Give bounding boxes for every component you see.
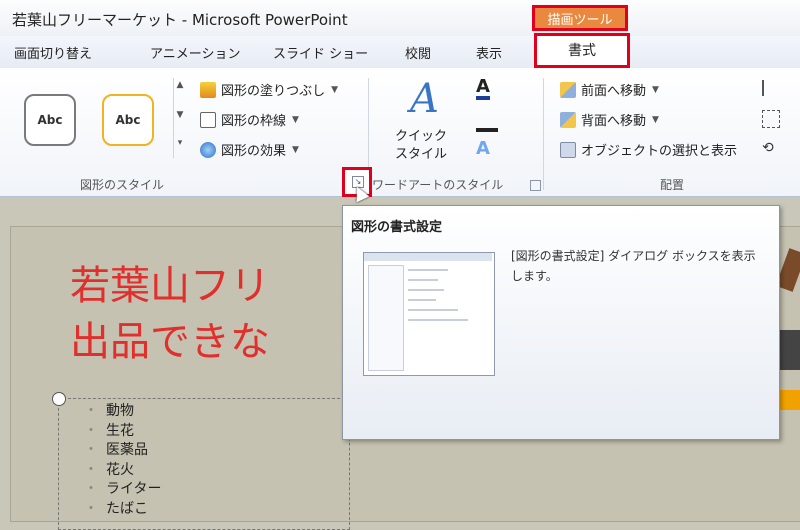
chevron-down-icon: ▼ (292, 114, 299, 125)
format-shape-tooltip: 図形の書式設定 [図形の書式設定] ダイアログ ボックスを表示します。 (342, 205, 780, 440)
quick-style-button[interactable]: クイック スタイル (395, 128, 447, 164)
slide-title[interactable]: 若葉山フリ 出品できな (70, 258, 270, 370)
send-backward-label: 背面へ移動 (581, 114, 647, 129)
wordart-a-icon: A (410, 76, 439, 122)
tab-slide-show[interactable]: スライド ショー (273, 43, 368, 62)
dialog-preview-thumbnail (363, 252, 495, 376)
group-icon[interactable] (762, 110, 780, 128)
shape-effects-button[interactable]: 図形の効果 ▼ (200, 140, 299, 159)
shape-fill-label: 図形の塗りつぶし (221, 84, 326, 99)
arrange-group-label: 配置 (660, 178, 685, 192)
tab-review[interactable]: 校閲 (405, 43, 431, 62)
quick-style-label-2: スタイル (395, 147, 448, 162)
gallery-up-icon[interactable]: ▲ (175, 80, 185, 100)
shape-style-preset-1[interactable]: Abc (24, 94, 76, 146)
text-fill-icon[interactable]: A (476, 78, 490, 100)
list-item: 花火 (84, 461, 161, 481)
bring-forward-icon (560, 81, 576, 98)
shape-style-preset-2[interactable]: Abc (102, 94, 154, 146)
bullet-list[interactable]: 動物 生花 医薬品 花火 ライター たばこ (84, 402, 161, 519)
shape-outline-button[interactable]: 図形の枠線 ▼ (200, 110, 299, 129)
pen-outline-icon (200, 111, 216, 128)
tab-view[interactable]: 表示 (476, 43, 502, 62)
wordart-dialog-launcher-icon[interactable] (530, 180, 541, 191)
tab-format[interactable]: 書式 (534, 33, 630, 68)
chevron-down-icon: ▼ (652, 114, 659, 125)
tab-transitions[interactable]: 画面切り替え (14, 43, 92, 62)
bring-forward-label: 前面へ移動 (581, 84, 647, 99)
selection-pane-button[interactable]: オブジェクトの選択と表示 (560, 140, 737, 159)
shape-fill-button[interactable]: 図形の塗りつぶし ▼ (200, 80, 338, 99)
tab-animations[interactable]: アニメーション (150, 43, 240, 62)
list-item: 生花 (84, 422, 161, 442)
chevron-down-icon: ▼ (292, 144, 299, 155)
drawing-tools-context-tab[interactable]: 描画ツール (532, 5, 628, 31)
quick-style-label-1: クイック (395, 129, 448, 144)
text-outline-icon[interactable] (476, 110, 498, 132)
gallery-more-icon[interactable]: ▾ (175, 138, 185, 158)
group-separator (543, 78, 544, 190)
bring-forward-button[interactable]: 前面へ移動 ▼ (560, 80, 659, 99)
title-bar: 若葉山フリーマーケット - Microsoft PowerPoint (0, 0, 800, 36)
slide-decoration (775, 248, 800, 410)
align-icon[interactable] (762, 80, 782, 96)
list-item: たばこ (84, 500, 161, 520)
chevron-down-icon: ▼ (652, 84, 659, 95)
slide-title-line-2: 出品できな (70, 319, 270, 365)
shape-effects-icon (200, 141, 216, 158)
resize-handle[interactable] (52, 392, 66, 406)
window-title: 若葉山フリーマーケット - Microsoft PowerPoint (12, 11, 348, 29)
list-item: 動物 (84, 402, 161, 422)
wordart-group-label: ワードアートのスタイル (372, 178, 504, 192)
send-backward-icon (560, 111, 576, 128)
tooltip-title: 図形の書式設定 (351, 220, 443, 235)
tooltip-description: [図形の書式設定] ダイアログ ボックスを表示します。 (511, 249, 756, 283)
ribbon-tabs: 画面切り替え アニメーション スライド ショー 校閲 表示 (0, 36, 800, 68)
selection-pane-label: オブジェクトの選択と表示 (581, 144, 738, 159)
shape-effects-label: 図形の効果 (221, 144, 287, 159)
shape-styles-group-label: 図形のスタイル (80, 178, 165, 192)
paint-bucket-icon (200, 81, 216, 98)
slide-title-line-1: 若葉山フリ (70, 263, 270, 309)
send-backward-button[interactable]: 背面へ移動 ▼ (560, 110, 659, 129)
list-item: ライター (84, 480, 161, 500)
text-effects-icon[interactable]: A (476, 138, 490, 159)
gallery-down-icon[interactable]: ▼ (175, 110, 185, 130)
selection-pane-icon (560, 141, 576, 158)
rotate-icon[interactable]: ⟲ (762, 140, 782, 156)
list-item: 医薬品 (84, 441, 161, 461)
chevron-down-icon: ▼ (331, 84, 339, 95)
shape-outline-label: 図形の枠線 (221, 114, 287, 129)
